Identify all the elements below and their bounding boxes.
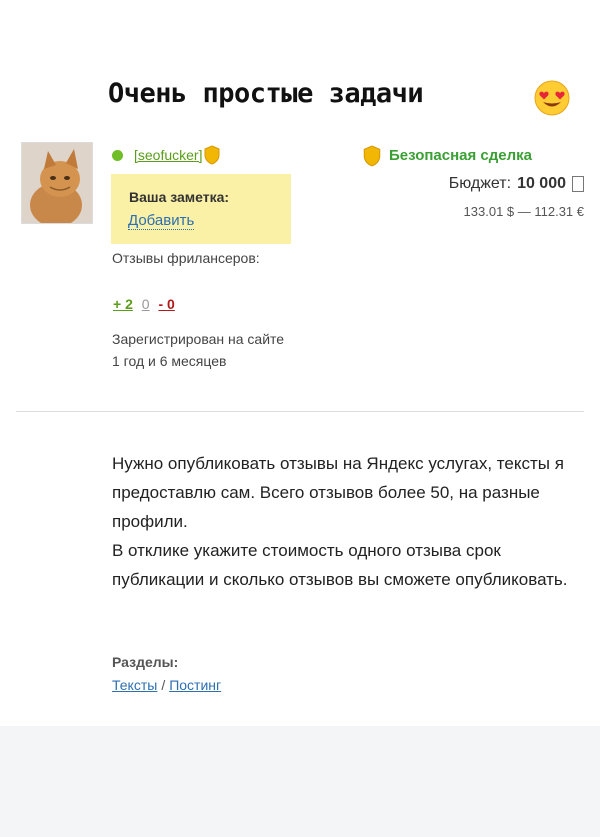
section-link-posting[interactable]: Постинг	[169, 677, 221, 693]
add-note-link[interactable]: Добавить	[128, 212, 195, 230]
positive-reviews-link[interactable]: + 2	[113, 296, 133, 312]
task-description: Нужно опубликовать отзывы на Яндекс услу…	[112, 449, 582, 594]
sections-label: Разделы:	[112, 654, 179, 670]
smiling-face-with-heart-eyes-icon	[534, 80, 570, 116]
neutral-reviews-link[interactable]: 0	[142, 296, 150, 312]
user-header: [seofucker]	[112, 145, 220, 165]
user-note-box: Ваша заметка: Добавить	[111, 174, 291, 244]
safe-deal-label: Безопасная сделка	[389, 146, 533, 164]
sections-links: Тексты / Постинг	[112, 677, 221, 693]
cat-photo	[22, 143, 92, 223]
description-paragraph: Нужно опубликовать отзывы на Яндекс услу…	[112, 454, 564, 531]
review-counts: + 2 0 - 0	[113, 296, 175, 312]
budget: Бюджет: 10 000	[449, 175, 584, 193]
registered-period: 1 год и 6 месяцев	[112, 353, 227, 369]
note-title: Ваша заметка:	[129, 189, 230, 205]
budget-conversion: 133.01 $ — 112.31 €	[463, 204, 584, 219]
reviews-label: Отзывы фрилансеров:	[112, 250, 260, 266]
budget-label: Бюджет:	[448, 175, 512, 192]
section-link-texts[interactable]: Тексты	[112, 677, 157, 693]
page-footer-background	[0, 726, 600, 837]
registered-label: Зарегистрирован на сайте	[112, 331, 285, 347]
divider	[16, 411, 584, 412]
online-dot-icon	[112, 149, 123, 161]
safe-deal-badge: Безопасная сделка	[363, 145, 533, 167]
negative-reviews-link[interactable]: - 0	[158, 296, 174, 312]
shield-icon	[363, 145, 381, 167]
user-avatar[interactable]	[21, 142, 93, 224]
description-paragraph: В отклике укажите стоимость одного отзыв…	[112, 541, 568, 589]
registration-info: Зарегистрирован на сайте 1 год и 6 месяц…	[112, 328, 302, 372]
budget-value: 10 000	[517, 175, 566, 192]
shield-icon	[204, 145, 220, 165]
section-separator: /	[161, 677, 166, 693]
username-link[interactable]: [seofucker]	[134, 147, 202, 163]
ruble-placeholder-icon	[572, 176, 584, 192]
story-headline: Очень простые задачи	[108, 78, 424, 109]
